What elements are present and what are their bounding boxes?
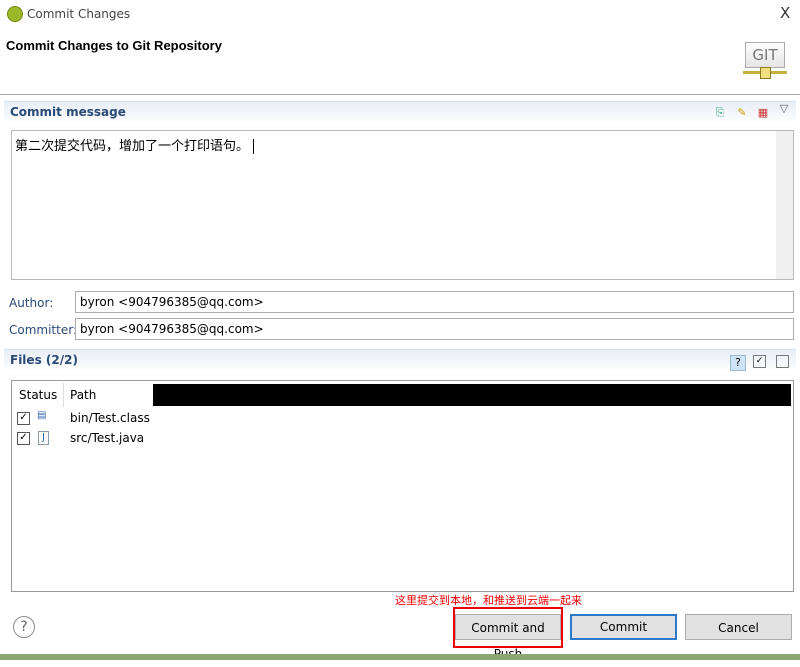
author-field[interactable]: byron <904796385@qq.com> — [75, 291, 794, 313]
page-title: Commit Changes to Git Repository — [6, 38, 222, 53]
column-divider — [63, 383, 64, 407]
cancel-button[interactable]: Cancel — [685, 614, 792, 640]
eclipse-app-icon — [7, 6, 23, 22]
deselect-all-icon[interactable] — [776, 355, 789, 368]
author-label: Author: — [9, 296, 54, 310]
section-title: Files (2/2) — [10, 353, 78, 367]
commit-button[interactable]: Commit — [570, 614, 677, 640]
files-table: Status Path ✓ ▤ bin/Test.class ✓ J src/T… — [11, 380, 794, 592]
files-section-header: Files (2/2) — [4, 349, 796, 372]
class-file-icon: ▤ — [37, 410, 47, 421]
background-window-edge — [0, 654, 800, 660]
table-row[interactable]: ✓ ▤ bin/Test.class — [17, 410, 217, 428]
commit-message-section-header: Commit message — [4, 101, 796, 124]
git-logo-icon: GIT — [743, 42, 787, 79]
text-cursor — [253, 139, 255, 154]
file-checkbox[interactable]: ✓ — [17, 412, 30, 425]
annotation-text: 这里提交到本地，和推送到云端一起来 — [395, 594, 582, 607]
file-path: src/Test.java — [70, 431, 145, 445]
show-untracked-icon[interactable]: ? — [730, 355, 746, 371]
window-title: Commit Changes — [27, 7, 131, 21]
redacted-area — [153, 384, 791, 406]
view-menu-chevron-icon[interactable]: ▽ — [777, 102, 791, 116]
column-header-status[interactable]: Status — [19, 388, 57, 402]
column-header-path[interactable]: Path — [70, 388, 96, 402]
commit-message-input[interactable]: 第二次提交代码，增加了一个打印语句。 — [11, 130, 794, 280]
committer-label: Committer: — [9, 323, 77, 337]
vertical-scrollbar[interactable] — [776, 131, 793, 279]
annotation-highlight-box — [453, 607, 563, 648]
java-file-icon: J — [38, 431, 49, 445]
change-id-icon[interactable]: ▦ — [756, 106, 770, 120]
table-row[interactable]: ✓ J src/Test.java — [17, 430, 217, 448]
add-signed-off-icon[interactable]: ⎘ — [713, 106, 727, 120]
header-divider — [0, 94, 800, 95]
select-all-icon[interactable]: ✓ — [753, 355, 766, 368]
file-checkbox[interactable]: ✓ — [17, 432, 30, 445]
committer-field[interactable]: byron <904796385@qq.com> — [75, 318, 794, 340]
help-icon[interactable]: ? — [13, 616, 35, 638]
commit-message-text: 第二次提交代码，增加了一个打印语句。 — [15, 139, 250, 154]
section-title: Commit message — [10, 105, 126, 119]
close-button[interactable]: X — [780, 4, 790, 22]
amend-icon[interactable]: ✎ — [735, 106, 749, 120]
file-path: bin/Test.class — [70, 411, 150, 425]
